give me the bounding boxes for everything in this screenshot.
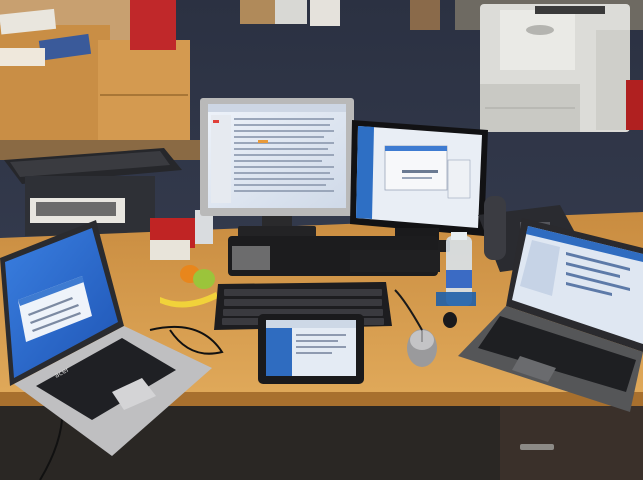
apple	[193, 269, 215, 289]
headset-earbud	[443, 312, 457, 328]
red-box	[130, 0, 176, 50]
tablet-icon	[258, 314, 364, 384]
background-cabinet-right	[98, 40, 190, 152]
copier-icon	[455, 0, 643, 132]
office-desk-photo: acer	[0, 0, 643, 480]
photo-canvas: acer	[0, 0, 643, 480]
mouse-icon	[407, 329, 437, 367]
